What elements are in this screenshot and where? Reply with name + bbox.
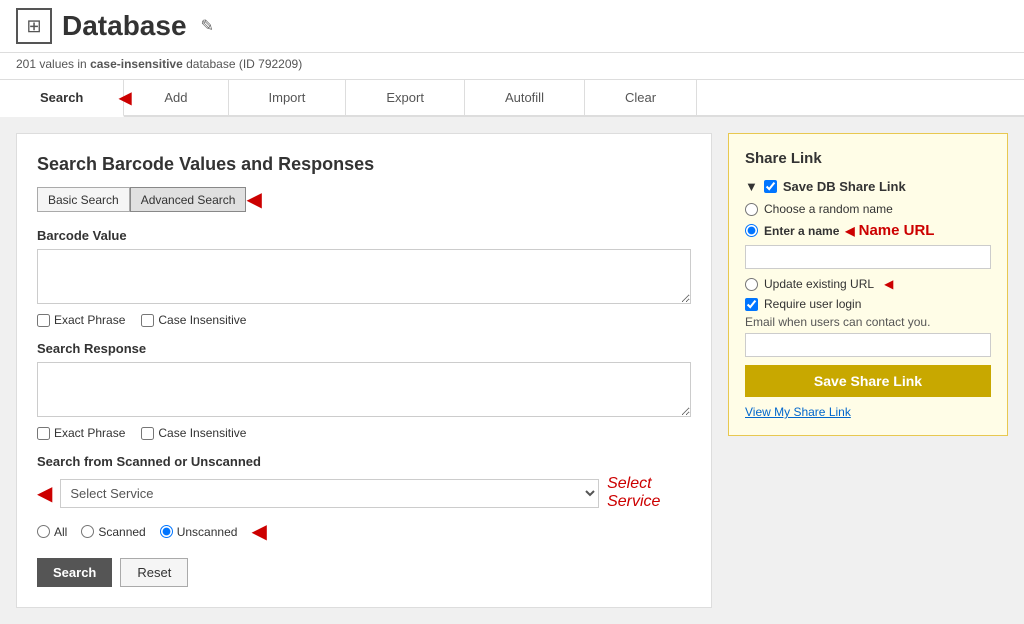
radio-all-label[interactable]: All <box>37 525 67 539</box>
radio-enter-name[interactable] <box>745 224 758 237</box>
update-url-arrow-icon: ◀ <box>884 277 893 291</box>
select-service-arrow-icon: ◀ <box>37 481 52 506</box>
save-db-share-link-checkbox[interactable] <box>764 180 777 193</box>
database-icon: ⊞ <box>16 8 52 44</box>
tab-arrow-icon: ◀ <box>119 88 131 108</box>
basic-search-button[interactable]: Basic Search <box>37 187 130 212</box>
response-exact-phrase-checkbox-label[interactable]: Exact Phrase <box>37 426 125 440</box>
require-user-login-row[interactable]: Require user login <box>745 297 991 311</box>
response-case-insensitive-checkbox[interactable] <box>141 427 154 440</box>
require-user-login-checkbox[interactable] <box>745 298 758 311</box>
page-title: Database <box>62 10 187 42</box>
barcode-value-input[interactable] <box>37 249 691 304</box>
response-checkboxes: Exact Phrase Case Insensitive <box>37 426 691 440</box>
barcode-exact-phrase-checkbox-label[interactable]: Exact Phrase <box>37 313 125 327</box>
name-url-arrow-icon: ◀ <box>845 224 854 238</box>
radio-update-url[interactable] <box>745 278 758 291</box>
radio-arrow-icon: ◀ <box>251 519 266 544</box>
barcode-checkboxes: Exact Phrase Case Insensitive <box>37 313 691 327</box>
choose-random-name-row[interactable]: Choose a random name <box>745 202 991 216</box>
email-input[interactable] <box>745 333 991 357</box>
name-url-label: Name URL <box>859 222 935 239</box>
radio-unscanned-label[interactable]: Unscanned <box>160 525 238 539</box>
search-from-label: Search from Scanned or Unscanned <box>37 454 691 469</box>
search-response-input[interactable] <box>37 362 691 417</box>
header-subtitle: 201 values in case-insensitive database … <box>0 53 1024 80</box>
share-panel-title: Share Link <box>745 150 991 167</box>
tab-export[interactable]: Export <box>346 80 465 115</box>
search-response-label: Search Response <box>37 341 691 356</box>
radio-all[interactable] <box>37 525 50 538</box>
advanced-search-button[interactable]: Advanced Search <box>130 187 247 212</box>
main-content: Search Barcode Values and Responses Basi… <box>0 117 1024 624</box>
enter-name-row: Enter a name ◀ Name URL <box>745 222 991 239</box>
tab-bar: Search ◀ Add Import Export Autofill Clea… <box>0 80 1024 117</box>
radio-unscanned[interactable] <box>160 525 173 538</box>
tab-import[interactable]: Import <box>229 80 347 115</box>
save-share-link-button[interactable]: Save Share Link <box>745 365 991 397</box>
radio-random-name[interactable] <box>745 203 758 216</box>
response-exact-phrase-checkbox[interactable] <box>37 427 50 440</box>
search-button[interactable]: Search <box>37 558 112 587</box>
enter-name-input[interactable] <box>745 245 991 269</box>
share-link-panel: Share Link ▼ Save DB Share Link Choose a… <box>728 133 1008 436</box>
select-service-annotation: Select Service <box>607 475 691 511</box>
tab-add[interactable]: Add <box>124 80 228 115</box>
edit-title-icon[interactable]: ✎ <box>201 16 214 36</box>
tab-search[interactable]: Search ◀ <box>0 80 124 117</box>
barcode-value-label: Barcode Value <box>37 228 691 243</box>
search-type-buttons: Basic Search Advanced Search ◀ <box>37 187 691 212</box>
select-service-dropdown[interactable]: Select Service <box>60 479 599 508</box>
radio-scanned-label[interactable]: Scanned <box>81 525 145 539</box>
advanced-search-arrow-icon: ◀ <box>246 187 261 212</box>
search-panel: Search Barcode Values and Responses Basi… <box>16 133 712 608</box>
update-existing-url-row: Update existing URL ◀ <box>745 277 991 291</box>
scan-radio-group: All Scanned Unscanned ◀ <box>37 519 691 544</box>
radio-scanned[interactable] <box>81 525 94 538</box>
dropdown-arrow-icon: ▼ <box>745 179 758 194</box>
barcode-case-insensitive-checkbox-label[interactable]: Case Insensitive <box>141 313 246 327</box>
page-header: ⊞ Database ✎ <box>0 0 1024 53</box>
tab-clear[interactable]: Clear <box>585 80 697 115</box>
select-service-wrapper: ◀ Select Service Select Service <box>37 475 691 511</box>
email-label: Email when users can contact you. <box>745 315 991 329</box>
reset-button[interactable]: Reset <box>120 558 188 587</box>
save-db-share-link-row[interactable]: ▼ Save DB Share Link <box>745 179 991 194</box>
name-url-annotation-row: ◀ Name URL <box>845 222 934 239</box>
response-case-insensitive-checkbox-label[interactable]: Case Insensitive <box>141 426 246 440</box>
view-share-link[interactable]: View My Share Link <box>745 405 991 419</box>
action-buttons: Search Reset <box>37 558 691 587</box>
search-panel-title: Search Barcode Values and Responses <box>37 154 691 175</box>
tab-autofill[interactable]: Autofill <box>465 80 585 115</box>
barcode-case-insensitive-checkbox[interactable] <box>141 314 154 327</box>
barcode-exact-phrase-checkbox[interactable] <box>37 314 50 327</box>
share-section: ▼ Save DB Share Link Choose a random nam… <box>745 179 991 419</box>
